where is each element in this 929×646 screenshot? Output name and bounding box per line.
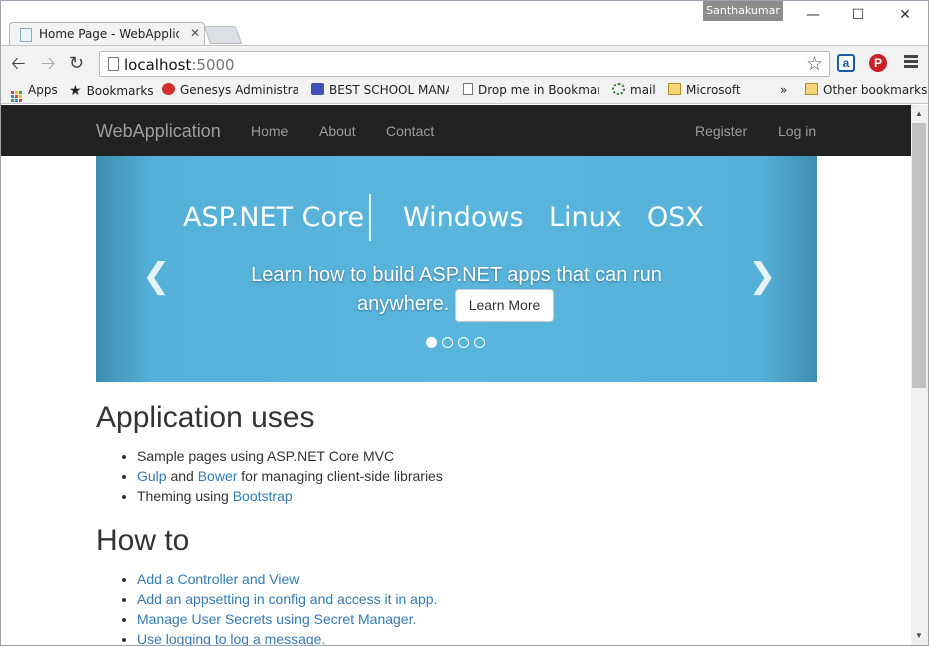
banner-windows: Windows <box>403 202 524 233</box>
howto-link-logging[interactable]: Use logging to log a message. <box>137 631 325 645</box>
banner-divider <box>369 194 371 241</box>
navbar-brand[interactable]: WebApplication <box>96 121 221 142</box>
carousel-indicators <box>426 335 490 353</box>
bookmark-microsoft[interactable]: Microsoft <box>668 83 741 97</box>
tab-title: Home Page - WebApplica <box>39 27 179 41</box>
bookmark-apps[interactable]: Apps <box>11 83 58 102</box>
bookmarks-overflow-button[interactable]: » <box>780 83 787 97</box>
scroll-down-icon[interactable]: ▼ <box>915 631 923 640</box>
bookmark-genesys[interactable]: Genesys Administrato <box>162 83 298 97</box>
uses-list: Sample pages using ASP.NET Core MVC Gulp… <box>137 446 443 506</box>
nav-about[interactable]: About <box>319 123 356 139</box>
nav-home[interactable]: Home <box>251 123 288 139</box>
tab-close-icon[interactable]: ✕ <box>190 26 200 40</box>
section-title-howto: How to <box>96 524 190 557</box>
bookmark-star-icon[interactable]: ☆ <box>806 53 823 76</box>
tab-home-page[interactable]: Home Page - WebApplica ✕ <box>9 22 205 46</box>
page-viewport: WebApplication Home About Contact Regist… <box>1 105 911 645</box>
site-navbar: WebApplication Home About Contact Regist… <box>1 105 911 156</box>
nav-register[interactable]: Register <box>695 123 747 139</box>
back-arrow-icon[interactable]: 🡠 <box>11 53 26 73</box>
learn-more-button[interactable]: Learn More <box>455 289 554 322</box>
list-item: Theming using Bootstrap <box>137 486 443 506</box>
star-icon: ★ <box>69 83 82 99</box>
profile-badge[interactable]: Santhakumar <box>703 1 783 21</box>
section-title-uses: Application uses <box>96 401 315 434</box>
mail-icon <box>612 83 625 95</box>
minimize-icon[interactable]: — <box>798 5 828 25</box>
carousel-indicator-3[interactable] <box>458 337 469 348</box>
carousel-indicator-4[interactable] <box>474 337 485 348</box>
bookmark-drop-me[interactable]: Drop me in Bookmark <box>463 83 599 97</box>
gulp-link[interactable]: Gulp <box>137 468 167 484</box>
carousel-indicator-2[interactable] <box>442 337 453 348</box>
banner-aspnet-core: ASP.NET Core <box>183 202 365 233</box>
bookmark-other-bookmarks[interactable]: Other bookmarks <box>805 83 927 97</box>
howto-list: Add a Controller and View Add an appsett… <box>137 569 437 645</box>
tab-strip: Santhakumar — ☐ ✕ Home Page - WebApplica… <box>1 1 928 46</box>
url-text[interactable]: localhost:5000 <box>124 56 235 74</box>
school-icon <box>311 83 324 95</box>
nav-contact[interactable]: Contact <box>386 123 434 139</box>
maximize-icon[interactable]: ☐ <box>843 5 873 25</box>
extension-a-icon[interactable]: a <box>837 54 855 72</box>
list-item: Add an appsetting in config and access i… <box>137 589 437 609</box>
list-item: Gulp and Bower for managing client-side … <box>137 466 443 486</box>
folder-icon <box>805 83 818 95</box>
banner-linux: Linux <box>549 202 622 233</box>
scroll-up-icon[interactable]: ▲ <box>915 109 923 118</box>
bower-link[interactable]: Bower <box>198 468 238 484</box>
page-icon <box>463 83 473 95</box>
list-item: Sample pages using ASP.NET Core MVC <box>137 446 443 466</box>
nav-login[interactable]: Log in <box>778 123 816 139</box>
scroll-thumb[interactable] <box>912 123 926 388</box>
bookmark-best-school[interactable]: BEST SCHOOL MANA <box>311 83 449 97</box>
caption-line-1: Learn how to build ASP.NET apps that can… <box>251 264 662 286</box>
address-bar[interactable]: localhost:5000 ☆ <box>99 51 830 77</box>
reload-icon[interactable]: ↻ <box>69 53 84 73</box>
new-tab-button[interactable] <box>203 26 243 44</box>
bookmark-mail[interactable]: mail <box>612 83 656 97</box>
forward-arrow-icon[interactable]: 🡢 <box>41 53 56 73</box>
browser-toolbar: 🡠 🡢 ↻ localhost:5000 ☆ a P <box>1 45 928 79</box>
bookmarks-bar: Apps ★Bookmarks Genesys Administrato BES… <box>1 79 928 104</box>
bookmark-bookmarks[interactable]: ★ Bookmarks <box>69 83 154 99</box>
page-scrollbar[interactable]: ▲ ▼ <box>911 105 928 645</box>
list-item: Use logging to log a message. <box>137 629 437 645</box>
browser-menu-icon[interactable] <box>904 55 918 70</box>
howto-link-controller[interactable]: Add a Controller and View <box>137 571 299 587</box>
hero-carousel: ASP.NET Core Windows Linux OSX ❮ ❯ Learn… <box>96 156 817 382</box>
browser-window: Santhakumar — ☐ ✕ Home Page - WebApplica… <box>0 0 929 646</box>
carousel-indicator-1[interactable] <box>426 337 437 348</box>
page-favicon-icon <box>20 28 32 42</box>
close-window-icon[interactable]: ✕ <box>890 5 920 25</box>
apps-grid-icon <box>11 91 22 102</box>
howto-link-secrets[interactable]: Manage User Secrets using Secret Manager… <box>137 611 416 627</box>
list-item: Add a Controller and View <box>137 569 437 589</box>
genesys-icon <box>162 83 175 95</box>
bootstrap-link[interactable]: Bootstrap <box>233 488 293 504</box>
folder-icon <box>668 83 681 95</box>
page-info-icon[interactable] <box>108 57 119 71</box>
list-item: Manage User Secrets using Secret Manager… <box>137 609 437 629</box>
howto-link-appsetting[interactable]: Add an appsetting in config and access i… <box>137 591 437 607</box>
banner-osx: OSX <box>647 202 704 233</box>
pinterest-icon[interactable]: P <box>869 54 887 72</box>
